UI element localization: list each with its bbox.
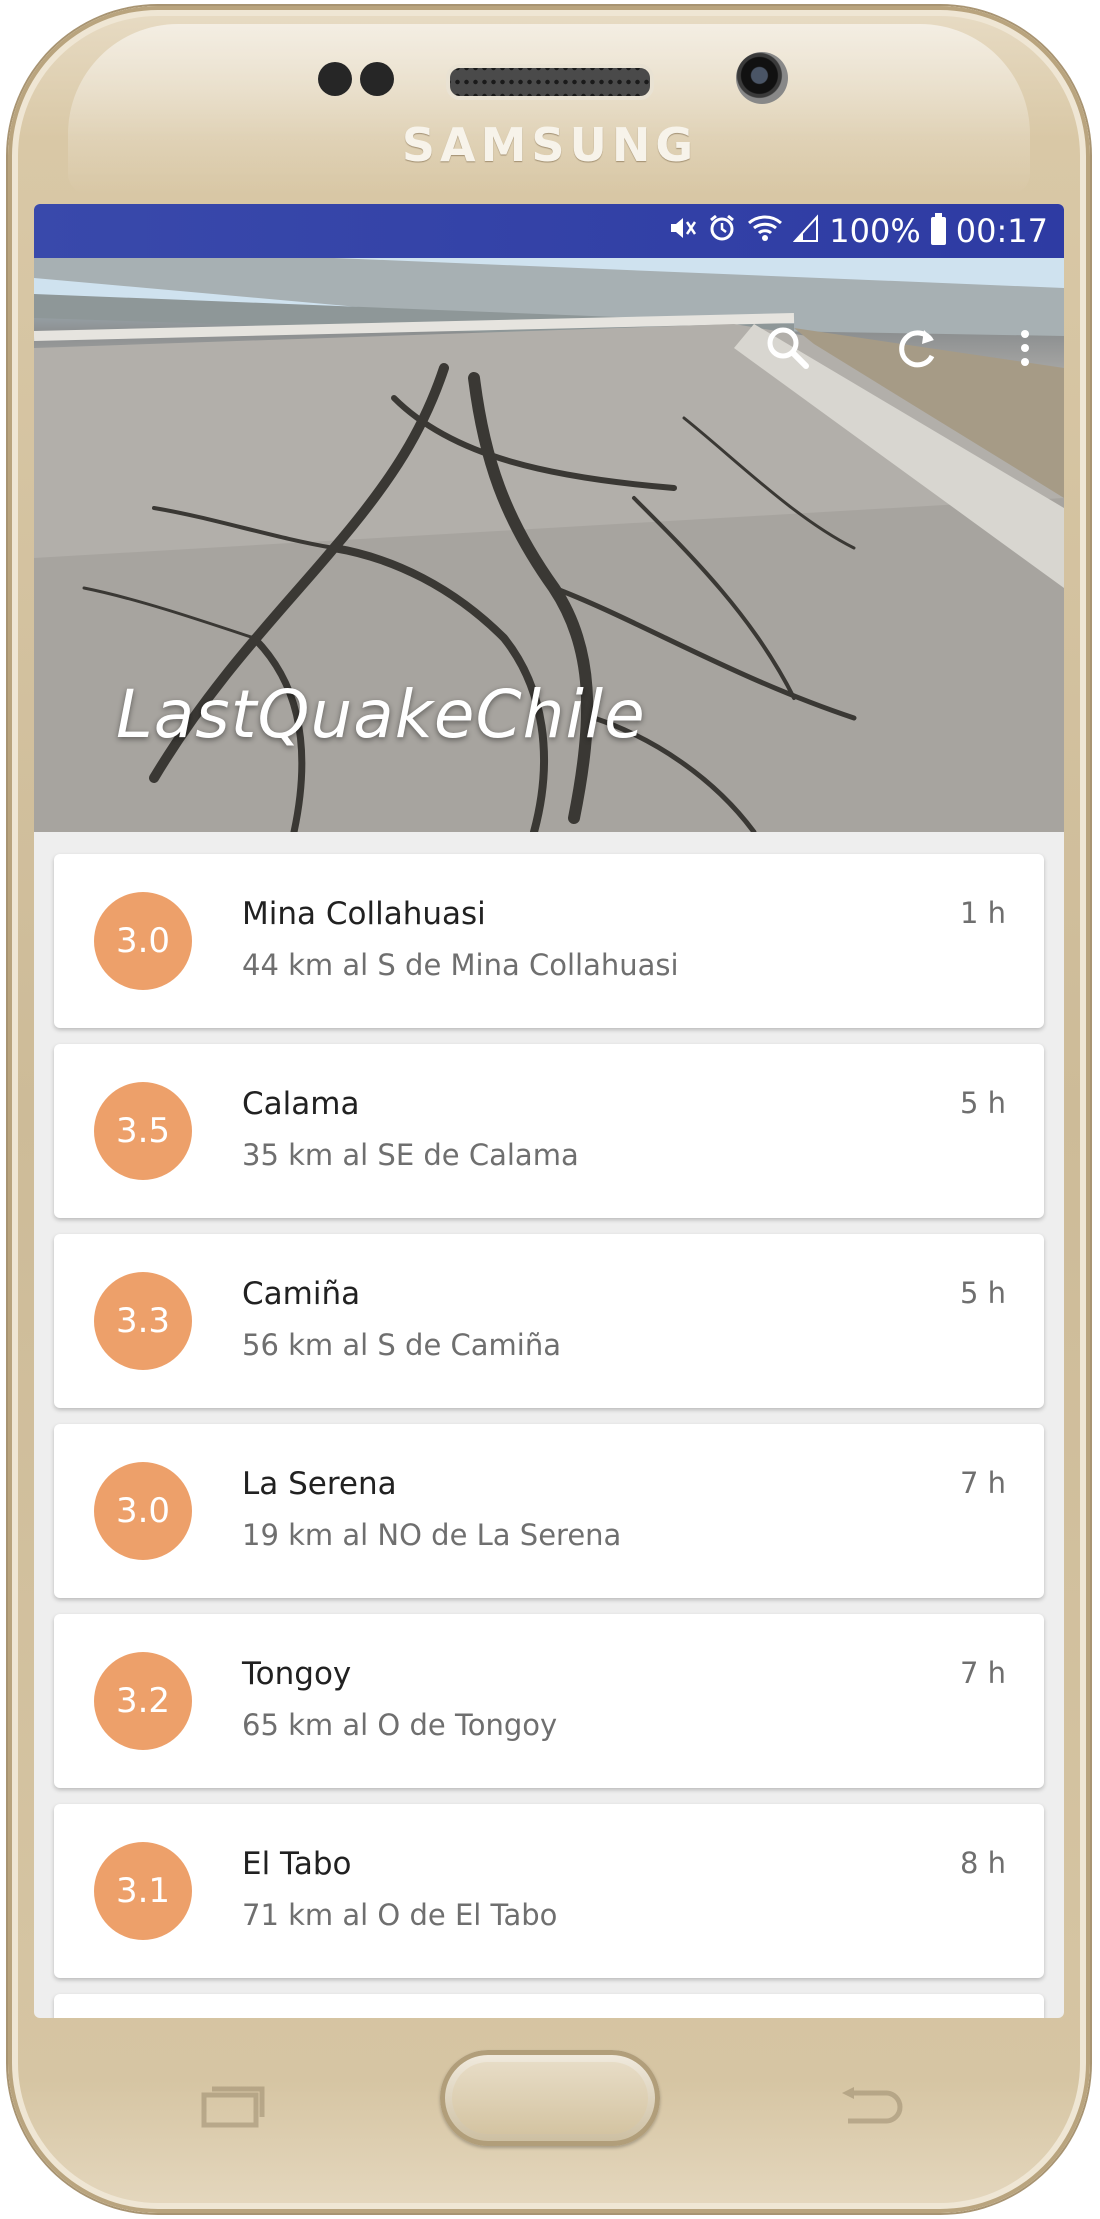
quake-list-item[interactable]: 3.0 La Serena 19 km al NO de La Serena 7… bbox=[54, 1424, 1044, 1598]
quake-list-item[interactable]: 3.0 Mina Collahuasi 44 km al S de Mina C… bbox=[54, 854, 1044, 1028]
quake-place: Mina Collahuasi bbox=[242, 896, 486, 932]
quake-list-item[interactable] bbox=[54, 1994, 1044, 2018]
quake-time: 5 h bbox=[959, 1086, 1006, 1120]
home-button[interactable] bbox=[440, 2050, 660, 2146]
quake-list-item[interactable]: 3.1 El Tabo 71 km al O de El Tabo 8 h bbox=[54, 1804, 1044, 1978]
quake-time: 7 h bbox=[959, 1466, 1006, 1500]
earpiece-speaker bbox=[446, 64, 654, 100]
quake-place: El Tabo bbox=[242, 1846, 352, 1882]
back-key[interactable] bbox=[838, 2085, 904, 2129]
quake-place: Tongoy bbox=[242, 1656, 352, 1692]
quake-description: 71 km al O de El Tabo bbox=[242, 1898, 558, 1932]
quake-time: 8 h bbox=[959, 1846, 1006, 1880]
quake-description: 56 km al S de Camiña bbox=[242, 1328, 561, 1362]
alarm-icon bbox=[707, 213, 737, 249]
quake-place: La Serena bbox=[242, 1466, 397, 1502]
refresh-icon[interactable] bbox=[886, 318, 946, 378]
magnitude-badge: 3.0 bbox=[94, 892, 192, 990]
device-brand: SAMSUNG bbox=[401, 118, 699, 172]
search-icon[interactable] bbox=[758, 318, 818, 378]
app-title: LastQuakeChile bbox=[116, 676, 646, 753]
clock: 00:17 bbox=[955, 212, 1048, 250]
battery-percent: 100% bbox=[829, 212, 921, 250]
recent-apps-key[interactable] bbox=[200, 2085, 266, 2129]
quake-time: 1 h bbox=[959, 896, 1006, 930]
quake-time: 7 h bbox=[959, 1656, 1006, 1690]
magnitude-badge: 3.3 bbox=[94, 1272, 192, 1370]
quake-list-item[interactable]: 3.3 Camiña 56 km al S de Camiña 5 h bbox=[54, 1234, 1044, 1408]
quake-place: Calama bbox=[242, 1086, 360, 1122]
header-image: LastQuakeChile bbox=[34, 258, 1064, 832]
light-sensor bbox=[360, 62, 394, 96]
proximity-sensor bbox=[318, 62, 352, 96]
magnitude-badge: 3.1 bbox=[94, 1842, 192, 1940]
wifi-icon bbox=[747, 213, 783, 249]
more-vert-icon[interactable] bbox=[1010, 318, 1040, 378]
magnitude-badge: 3.2 bbox=[94, 1652, 192, 1750]
battery-icon bbox=[930, 213, 946, 245]
quake-list-item[interactable]: 3.2 Tongoy 65 km al O de Tongoy 7 h bbox=[54, 1614, 1044, 1788]
status-bar: 100% 00:17 bbox=[34, 204, 1064, 258]
quake-list-item[interactable]: 3.5 Calama 35 km al SE de Calama 5 h bbox=[54, 1044, 1044, 1218]
quake-description: 65 km al O de Tongoy bbox=[242, 1708, 558, 1742]
front-camera bbox=[736, 52, 788, 104]
magnitude-badge: 3.0 bbox=[94, 1462, 192, 1560]
quake-time: 5 h bbox=[959, 1276, 1006, 1310]
quake-description: 44 km al S de Mina Collahuasi bbox=[242, 948, 679, 982]
quake-description: 35 km al SE de Calama bbox=[242, 1138, 579, 1172]
mute-icon bbox=[667, 213, 697, 249]
quake-place: Camiña bbox=[242, 1276, 361, 1312]
screen: 100% 00:17 LastQuakeChile 3.0 Mina Colla… bbox=[34, 204, 1064, 2018]
magnitude-badge: 3.5 bbox=[94, 1082, 192, 1180]
quake-description: 19 km al NO de La Serena bbox=[242, 1518, 622, 1552]
signal-icon bbox=[793, 213, 819, 249]
